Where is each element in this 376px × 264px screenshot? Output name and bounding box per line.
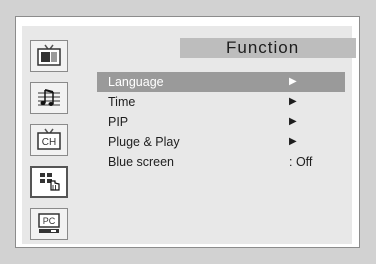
menu-item-blue-screen[interactable]: Blue screen : Off — [97, 152, 345, 172]
tv-picture-icon — [37, 44, 61, 66]
sidebar-item-picture[interactable] — [30, 40, 68, 72]
menu-item-pluge-and-play[interactable]: Pluge & Play ▶ — [97, 132, 345, 152]
submenu-arrow-icon: ▶ — [289, 116, 297, 127]
sound-icon — [38, 89, 60, 106]
menu-title: Function — [226, 38, 300, 57]
menu-item-value: : Off — [289, 155, 313, 169]
channel-icon: CH — [37, 128, 61, 150]
menu-item-label: PIP — [108, 115, 129, 129]
svg-text:PC: PC — [43, 216, 56, 226]
sidebar-item-pc[interactable]: PC — [30, 208, 68, 240]
menu-item-language[interactable]: Language ▶ — [97, 72, 345, 92]
menu-item-label: Blue screen — [108, 155, 175, 169]
menu-item-pip[interactable]: PIP ▶ — [97, 112, 345, 132]
sidebar-item-channel[interactable]: CH — [30, 124, 68, 156]
osd-sidebar: CH PC — [22, 26, 80, 244]
menu-item-label: Time — [108, 95, 136, 109]
menu-item-label: Pluge & Play — [108, 135, 180, 149]
sidebar-item-sound[interactable] — [30, 82, 68, 114]
menu-item-label: Language — [108, 75, 164, 89]
submenu-arrow-icon: ▶ — [289, 76, 297, 87]
function-icon — [40, 173, 60, 191]
submenu-arrow-icon: ▶ — [289, 136, 297, 147]
svg-text:CH: CH — [42, 137, 56, 148]
function-menu: Language ▶ Time ▶ PIP ▶ Pluge & Play ▶ B… — [97, 72, 345, 172]
submenu-arrow-icon: ▶ — [289, 96, 297, 107]
sidebar-item-function[interactable] — [30, 166, 68, 198]
pc-icon: PC — [38, 213, 60, 233]
menu-item-time[interactable]: Time ▶ — [97, 92, 345, 112]
